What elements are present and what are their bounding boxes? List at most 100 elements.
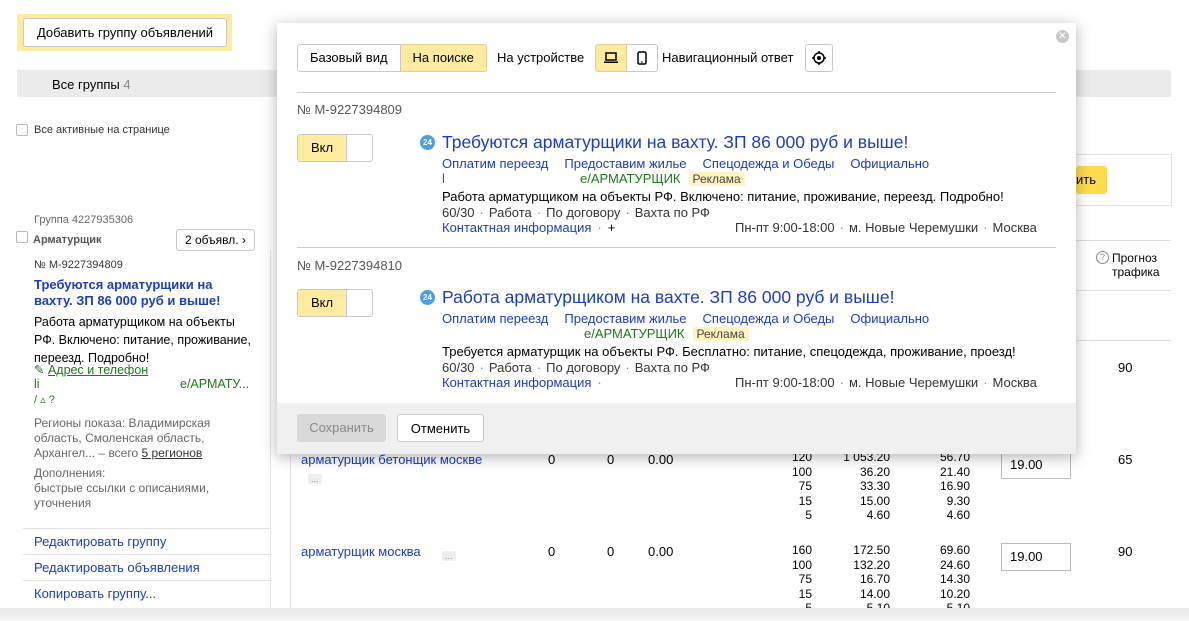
cell-value: 0 [548,544,556,559]
ad-url-left: l [442,171,445,186]
card-ad-title[interactable]: Требуются арматурщики на вахту. ЗП 86 00… [34,277,254,309]
group-checkbox[interactable] [16,231,28,243]
volume-value: 75 [798,572,812,586]
volume-value: 15 [798,493,812,508]
card-url-part2: e/АРМАТУ... [180,377,250,391]
card-extras-title: Дополнения: [34,466,106,480]
ad-text: Требуется арматурщик на объекты РФ. Бесп… [442,344,1016,359]
save-button[interactable]: Сохранить [297,414,386,442]
sitelink[interactable]: Предоставим жилье [564,311,686,326]
bid-input[interactable]: 19.00 [1001,543,1071,571]
price-value: 172.50 [853,543,890,557]
mobile-icon[interactable] [627,44,658,72]
divider [297,92,1056,93]
contacts-city: Москва [992,220,1037,235]
ad-title-link[interactable]: Требуются арматурщики на вахту. ЗП 86 00… [442,132,908,153]
bottom-scroll-strip [0,608,1189,621]
cell-value: 0 [607,544,615,559]
meta-item: Работа [488,360,532,375]
toggle-on-label: Вкл [298,290,346,316]
card-url-part3: / ▵ ? [34,394,55,406]
bid-input[interactable]: 19.00 [1001,451,1071,479]
all-active-label: Все активные на странице [34,124,170,136]
copy-group-link[interactable]: Копировать группу... [34,586,156,601]
cell-value: 0 [548,452,556,467]
keyword-link[interactable]: арматурщик москва [301,544,421,559]
all-groups-count: 4 [123,77,131,92]
sitelink[interactable]: Спецодежда и Обеды [703,311,835,326]
sitelinks: Оплатим переезд Предоставим жилье Спецодеж… [442,156,945,171]
edit-ads-link[interactable]: Редактировать объявления [34,560,200,575]
nav-target-icon[interactable] [805,44,833,72]
keyword-more-button[interactable]: ... [308,474,322,484]
contacts-link[interactable]: Контактная информация [442,375,591,390]
ad-label-reklama: Реклама [692,327,749,341]
price-value: 4.60 [866,508,890,522]
meta-item: Работа [488,205,532,220]
sitelink[interactable]: Предоставим жилье [564,156,686,171]
ad-meta: 60/30 · Работа · По договору · Вахта по РФ [442,360,710,375]
card-url-part1: li [34,377,40,391]
meta-item: По договору [546,205,621,220]
table-border [290,455,291,615]
ad-meta: 60/30 · Работа · По договору · Вахта по РФ [442,205,710,220]
cell-value: 0 [607,452,615,467]
all-groups-label: Все группы [52,77,120,92]
badge-24-icon: 24 [420,135,435,150]
tab-basic-view[interactable]: Базовый вид [297,44,401,72]
cancel-button[interactable]: Отменить [397,414,484,442]
card-regions-link[interactable]: 5 регионов [142,446,203,460]
sitelink[interactable]: Оплатим переезд [442,156,548,171]
spend-value: 21.40 [939,464,970,479]
card-address-link[interactable]: ✎ Адрес и телефон [34,362,148,377]
sitelink[interactable]: Оплатим переезд [442,311,548,326]
device-switcher [595,44,658,72]
sitelinks: Оплатим переезд Предоставим жилье Спецодеж… [442,311,945,326]
sitelink[interactable]: Спецодежда и Обеды [703,156,835,171]
volume-stack: 120 100 75 15 5 [770,450,812,523]
edit-group-link[interactable]: Редактировать группу [34,534,166,549]
spend-value: 14.30 [939,572,970,586]
ad-url[interactable]: е/АРМАТУРЩИК Реклама [584,326,749,341]
add-group-button[interactable]: Добавить группу объявлений [23,18,227,47]
ad-contacts: Контактная информация · + [442,220,616,235]
forecast-value: 65 [1118,452,1133,467]
card-ad-text: Работа арматурщиком на объекты РФ. Включ… [34,315,251,365]
ad-toggle[interactable]: Вкл [297,134,373,162]
sitelink[interactable]: Официально [850,156,929,171]
contacts-metro: м. Новые Черемушки [848,220,979,235]
desktop-icon[interactable] [595,44,627,72]
price-value: 16.70 [859,572,890,586]
ad-title-link[interactable]: Работа арматурщиком на вахте. ЗП 86 000 … [442,287,894,308]
tab-search-view[interactable]: На поиске [400,44,487,72]
volume-value: 100 [791,464,812,479]
card-extras: Дополнения: быстрые ссылки с описаниями,… [34,466,254,511]
right-action-button[interactable]: ить [1076,166,1107,194]
sitelink[interactable]: Официально [850,311,929,326]
all-groups-tab[interactable]: Все группы 4 [52,77,131,92]
ad-contacts-details: Пн-пт 9:00-18:00 · м. Новые Черемушки · Моск… [735,375,1037,390]
card-address-label: Адрес и телефон [47,363,149,377]
volume-value: 160 [791,543,812,557]
volume-value: 15 [798,586,812,601]
ad-toggle[interactable]: Вкл [297,289,373,317]
all-active-checkbox[interactable] [16,124,28,136]
price-stack: 1 053.20 36.20 33.30 15.00 4.60 [830,450,890,523]
card-extras-text: быстрые ссылки с описаниями, уточнения [34,481,210,510]
volume-stack: 160 100 75 15 5 [770,543,812,616]
keyword-more-button[interactable]: ... [442,551,456,561]
group-name: Арматурщик [33,234,102,246]
forecast-header: Прогноз трафика [1112,251,1160,279]
ads-count-button[interactable]: 2 объявл. › [176,229,255,251]
spend-value: 69.60 [939,543,970,557]
ad-url[interactable]: е/АРМАТУРЩИК Реклама [580,171,745,186]
divider [297,247,1056,248]
keyword-link[interactable]: арматурщик бетонщик москве [301,452,482,467]
close-icon[interactable]: ✕ [1056,30,1069,43]
contacts-link[interactable]: Контактная информация [442,220,591,235]
divider [1074,240,1171,241]
cell-value: 0.00 [648,452,674,467]
meta-item: По договору [546,360,621,375]
card-ad-number: № M-9227394809 [34,259,123,271]
help-icon[interactable]: ? [1096,251,1109,264]
